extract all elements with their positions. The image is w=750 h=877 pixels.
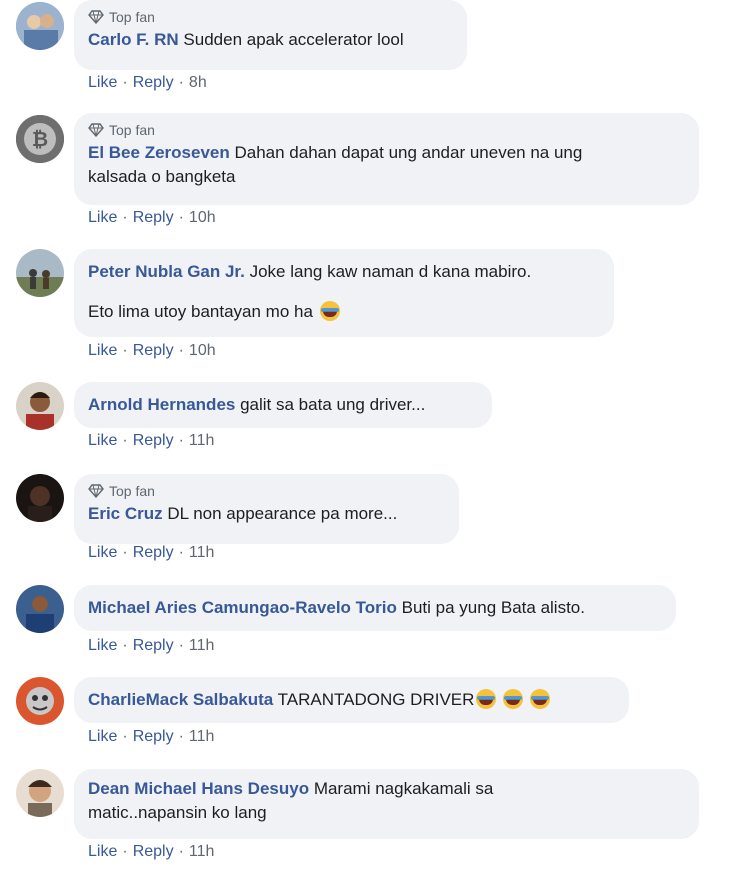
avatar[interactable] [16, 769, 64, 817]
laughing-emoji-icon [503, 689, 524, 709]
like-button[interactable]: Like [88, 342, 117, 359]
badge-label: Top fan [109, 482, 155, 499]
badge-label: Top fan [109, 121, 155, 138]
diamond-icon [88, 483, 104, 498]
bitcoin-avatar-icon: ₿ [16, 115, 64, 163]
commenter-name[interactable]: Eric Cruz [88, 504, 163, 523]
like-button[interactable]: Like [88, 843, 117, 860]
avatar-photo-icon [16, 2, 64, 50]
comment-text: galit sa bata ung driver... [240, 395, 426, 414]
comment-text: Marami nagkakamali sa [313, 779, 494, 798]
avatar[interactable] [16, 249, 64, 297]
avatar-photo-icon [16, 249, 64, 297]
comment-bubble: Arnold Hernandes galit sa bata ung drive… [74, 382, 492, 428]
timestamp[interactable]: 11h [189, 544, 215, 561]
comment-bubble: Top fan Carlo F. RN Sudden apak accelera… [74, 0, 467, 70]
reply-button[interactable]: Reply [133, 209, 174, 226]
reply-button[interactable]: Reply [133, 728, 174, 745]
timestamp[interactable]: 11h [189, 637, 215, 654]
comment-text: Sudden apak accelerator lool [183, 30, 404, 49]
comment-text-line-2: matic..napansin ko lang [88, 803, 267, 822]
laughing-emoji-icon [319, 301, 340, 321]
timestamp[interactable]: 11h [189, 843, 215, 860]
avatar-photo-icon [16, 585, 64, 633]
commenter-name[interactable]: CharlieMack Salbakuta [88, 690, 273, 709]
avatar-photo-icon [16, 382, 64, 430]
laughing-emoji-icon [476, 689, 497, 709]
comment-text-line-2: Eto lima utoy bantayan mo ha [88, 302, 313, 321]
avatar[interactable] [16, 585, 64, 633]
like-button[interactable]: Like [88, 432, 117, 449]
commenter-name[interactable]: Dean Michael Hans Desuyo [88, 779, 309, 798]
commenter-name[interactable]: El Bee Zeroseven [88, 143, 230, 162]
avatar[interactable] [16, 677, 64, 725]
reply-button[interactable]: Reply [133, 544, 174, 561]
top-fan-badge: Top fan [88, 8, 453, 25]
avatar-photo-icon [16, 474, 64, 522]
comment-text: Joke lang kaw naman d kana mabiro. [249, 262, 532, 281]
avatar[interactable] [16, 2, 64, 50]
commenter-name[interactable]: Carlo F. RN [88, 30, 179, 49]
timestamp[interactable]: 10h [189, 342, 216, 359]
like-button[interactable]: Like [88, 544, 117, 561]
comment-text-line-2: kalsada o bangketa [88, 167, 236, 186]
comment-text: Buti pa yung Bata alisto. [401, 598, 585, 617]
reply-button[interactable]: Reply [133, 432, 174, 449]
commenter-name[interactable]: Peter Nubla Gan Jr. [88, 262, 245, 281]
commenter-name[interactable]: Michael Aries Camungao-Ravelo Torio [88, 598, 397, 617]
comment-text: Dahan dahan dapat ung andar uneven na un… [234, 143, 583, 162]
timestamp[interactable]: 11h [189, 728, 215, 745]
reply-button[interactable]: Reply [133, 843, 174, 860]
diamond-icon [88, 122, 104, 137]
timestamp[interactable]: 10h [189, 209, 216, 226]
comment-bubble: Michael Aries Camungao-Ravelo Torio Buti… [74, 585, 676, 631]
top-fan-badge: Top fan [88, 482, 445, 499]
avatar[interactable] [16, 474, 64, 522]
comment-text: TARANTADONG DRIVER [277, 690, 475, 709]
like-button[interactable]: Like [88, 728, 117, 745]
reply-button[interactable]: Reply [133, 74, 174, 91]
timestamp[interactable]: 8h [189, 74, 207, 91]
comment-bubble: Top fan El Bee Zeroseven Dahan dahan dap… [74, 113, 699, 205]
laughing-emoji-icon [529, 689, 550, 709]
comment-bubble: Dean Michael Hans Desuyo Marami nagkakam… [74, 769, 699, 839]
timestamp[interactable]: 11h [189, 432, 215, 449]
comment-bubble: Peter Nubla Gan Jr. Joke lang kaw naman … [74, 249, 614, 337]
comment-bubble: Top fan Eric Cruz DL non appearance pa m… [74, 474, 459, 544]
badge-label: Top fan [109, 8, 155, 25]
reply-button[interactable]: Reply [133, 637, 174, 654]
svg-text:₿: ₿ [32, 127, 48, 151]
diamond-icon [88, 9, 104, 24]
like-button[interactable]: Like [88, 209, 117, 226]
commenter-name[interactable]: Arnold Hernandes [88, 395, 235, 414]
like-button[interactable]: Like [88, 637, 117, 654]
top-fan-badge: Top fan [88, 121, 685, 138]
like-button[interactable]: Like [88, 74, 117, 91]
comment-bubble: CharlieMack Salbakuta TARANTADONG DRIVER [74, 677, 629, 723]
avatar[interactable] [16, 382, 64, 430]
reply-button[interactable]: Reply [133, 342, 174, 359]
avatar-photo-icon [16, 677, 64, 725]
avatar[interactable]: ₿ [16, 115, 64, 163]
avatar-photo-icon [16, 769, 64, 817]
comment-text: DL non appearance pa more... [167, 504, 398, 523]
